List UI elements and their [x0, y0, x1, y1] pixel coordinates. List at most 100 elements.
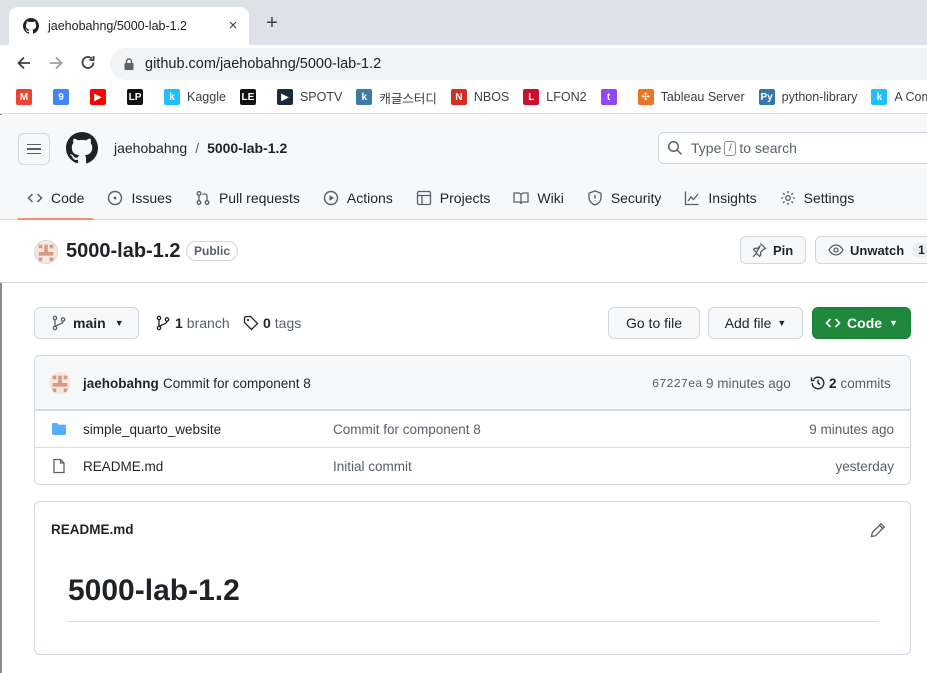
- bookmark-item[interactable]: t: [600, 89, 624, 105]
- bookmark-item[interactable]: M: [16, 89, 39, 105]
- breadcrumb-owner[interactable]: jaehobahng: [114, 140, 187, 156]
- file-name[interactable]: README.md: [83, 459, 163, 474]
- code-button-label: Code: [847, 315, 883, 331]
- code-icon: [825, 318, 841, 328]
- tab-insights[interactable]: Insights: [675, 177, 765, 219]
- bookmark-label: SPOTV: [299, 90, 343, 104]
- gmail-icon: M: [16, 89, 32, 105]
- breadcrumb-repo[interactable]: 5000-lab-1.2: [207, 140, 287, 156]
- search-placeholder-prefix: Type: [691, 140, 722, 156]
- owner-avatar[interactable]: [34, 240, 58, 264]
- tags-link[interactable]: 0 tags: [243, 315, 301, 331]
- file-commit-time: yesterday: [835, 459, 894, 474]
- bookmark-item[interactable]: k A Comple: [871, 89, 927, 105]
- commit-sha[interactable]: 67227ea: [652, 377, 702, 391]
- visibility-badge: Public: [186, 241, 239, 261]
- file-icon: [53, 458, 65, 474]
- search-input[interactable]: Type / to search: [658, 132, 927, 164]
- breadcrumb-separator: /: [195, 140, 200, 156]
- pin-button[interactable]: Pin: [740, 236, 806, 264]
- watch-label: Unwatch: [850, 242, 905, 258]
- tab-label: Projects: [439, 190, 491, 206]
- caret-down-icon: ▼: [777, 318, 787, 328]
- tableau-icon: ✣: [637, 89, 654, 105]
- python-icon: Py: [758, 89, 775, 105]
- tab-label: Issues: [131, 190, 172, 206]
- bookmark-item[interactable]: ▶ SPOTV: [276, 89, 343, 105]
- tab-settings[interactable]: Settings: [771, 177, 864, 219]
- bookmark-item[interactable]: LP: [127, 89, 150, 105]
- shield-icon: [588, 190, 602, 206]
- bookmark-item[interactable]: 9: [53, 89, 76, 105]
- bookmark-item[interactable]: k 캐글스터디: [356, 88, 437, 107]
- wiki-icon: [513, 192, 530, 205]
- readme-heading: 5000-lab-1.2: [68, 574, 240, 607]
- tab-label: Insights: [708, 190, 757, 206]
- file-name[interactable]: simple_quarto_website: [83, 422, 221, 437]
- search-icon: [667, 140, 683, 156]
- pull-request-icon: [196, 191, 210, 205]
- pin-label: Pin: [773, 242, 794, 258]
- address-bar[interactable]: github.com/jaehobahng/5000-lab-1.2: [110, 48, 927, 80]
- new-tab-button[interactable]: +: [262, 13, 282, 33]
- forward-arrow-icon[interactable]: [46, 53, 66, 73]
- readme-filename[interactable]: README.md: [51, 522, 134, 537]
- tab-projects[interactable]: Projects: [407, 177, 500, 219]
- file-row[interactable]: simple_quarto_website Commit for compone…: [35, 410, 910, 447]
- browser-tab[interactable]: jaehobahng/5000-lab-1.2 ×: [9, 7, 249, 45]
- commit-author[interactable]: jaehobahng: [83, 376, 159, 391]
- bookmark-item[interactable]: Py python-library: [758, 89, 858, 105]
- tag-count: 0: [263, 315, 271, 331]
- gear-icon: [780, 191, 795, 205]
- github-logo-icon[interactable]: [66, 132, 98, 164]
- folder-icon: [52, 423, 66, 435]
- file-row[interactable]: README.md Initial commit yesterday: [35, 447, 910, 484]
- bookmark-item[interactable]: L LFON2: [523, 89, 587, 105]
- file-commit-message[interactable]: Initial commit: [333, 459, 412, 474]
- tab-issues[interactable]: Issues: [98, 177, 180, 219]
- tab-security[interactable]: Security: [578, 177, 671, 219]
- tab-code[interactable]: Code: [18, 177, 94, 220]
- youtube-icon: ▶: [90, 89, 106, 105]
- tab-wiki[interactable]: Wiki: [504, 177, 572, 219]
- reload-icon[interactable]: [78, 53, 98, 73]
- tab-pull-requests[interactable]: Pull requests: [186, 177, 309, 219]
- pencil-icon[interactable]: [870, 522, 886, 538]
- add-file-button[interactable]: Add file ▼: [708, 307, 803, 339]
- tab-actions[interactable]: Actions: [314, 177, 402, 219]
- lfon2-icon: L: [523, 89, 540, 105]
- divider: [67, 621, 879, 622]
- bookmark-item[interactable]: N NBOS: [450, 89, 509, 105]
- commits-link[interactable]: 2 commits: [810, 375, 891, 391]
- go-to-file-button[interactable]: Go to file: [608, 307, 700, 339]
- bookmark-label: LFON2: [546, 90, 587, 104]
- twitch-icon: t: [600, 89, 617, 105]
- close-tab-icon[interactable]: ×: [224, 17, 242, 35]
- branch-count: 1: [175, 315, 183, 331]
- le-icon: LE: [239, 89, 256, 105]
- commit-author-avatar[interactable]: [49, 372, 71, 394]
- bookmark-label: python-library: [781, 90, 858, 104]
- kaggle-icon: k: [164, 89, 180, 105]
- browser-toolbar: github.com/jaehobahng/5000-lab-1.2: [0, 45, 927, 81]
- branch-select-button[interactable]: main ▼: [34, 307, 139, 339]
- bookmark-item[interactable]: ▶: [90, 89, 113, 105]
- lock-icon[interactable]: [122, 57, 136, 71]
- caret-down-icon: ▼: [889, 318, 898, 328]
- github-header: jaehobahng / 5000-lab-1.2 Type / to sear…: [0, 115, 927, 220]
- bookmark-item[interactable]: ✣ Tableau Server: [637, 89, 745, 105]
- file-commit-message[interactable]: Commit for component 8: [333, 422, 481, 437]
- watch-count: 1: [912, 243, 927, 257]
- bookmark-item[interactable]: LE: [239, 89, 263, 105]
- repo-name[interactable]: 5000-lab-1.2: [66, 240, 181, 263]
- branches-link[interactable]: 1 branch: [155, 315, 230, 331]
- tab-label: Settings: [803, 190, 855, 206]
- menu-hamburger-button[interactable]: [18, 133, 50, 165]
- tab-label: Pull requests: [218, 190, 300, 206]
- commit-message[interactable]: Commit for component 8: [163, 376, 311, 391]
- commit-count-label: commits: [840, 375, 891, 391]
- bookmark-item[interactable]: k Kaggle: [164, 89, 226, 105]
- back-arrow-icon[interactable]: [14, 53, 34, 73]
- code-button[interactable]: Code ▼: [812, 307, 911, 339]
- unwatch-button[interactable]: Unwatch 1: [815, 236, 927, 264]
